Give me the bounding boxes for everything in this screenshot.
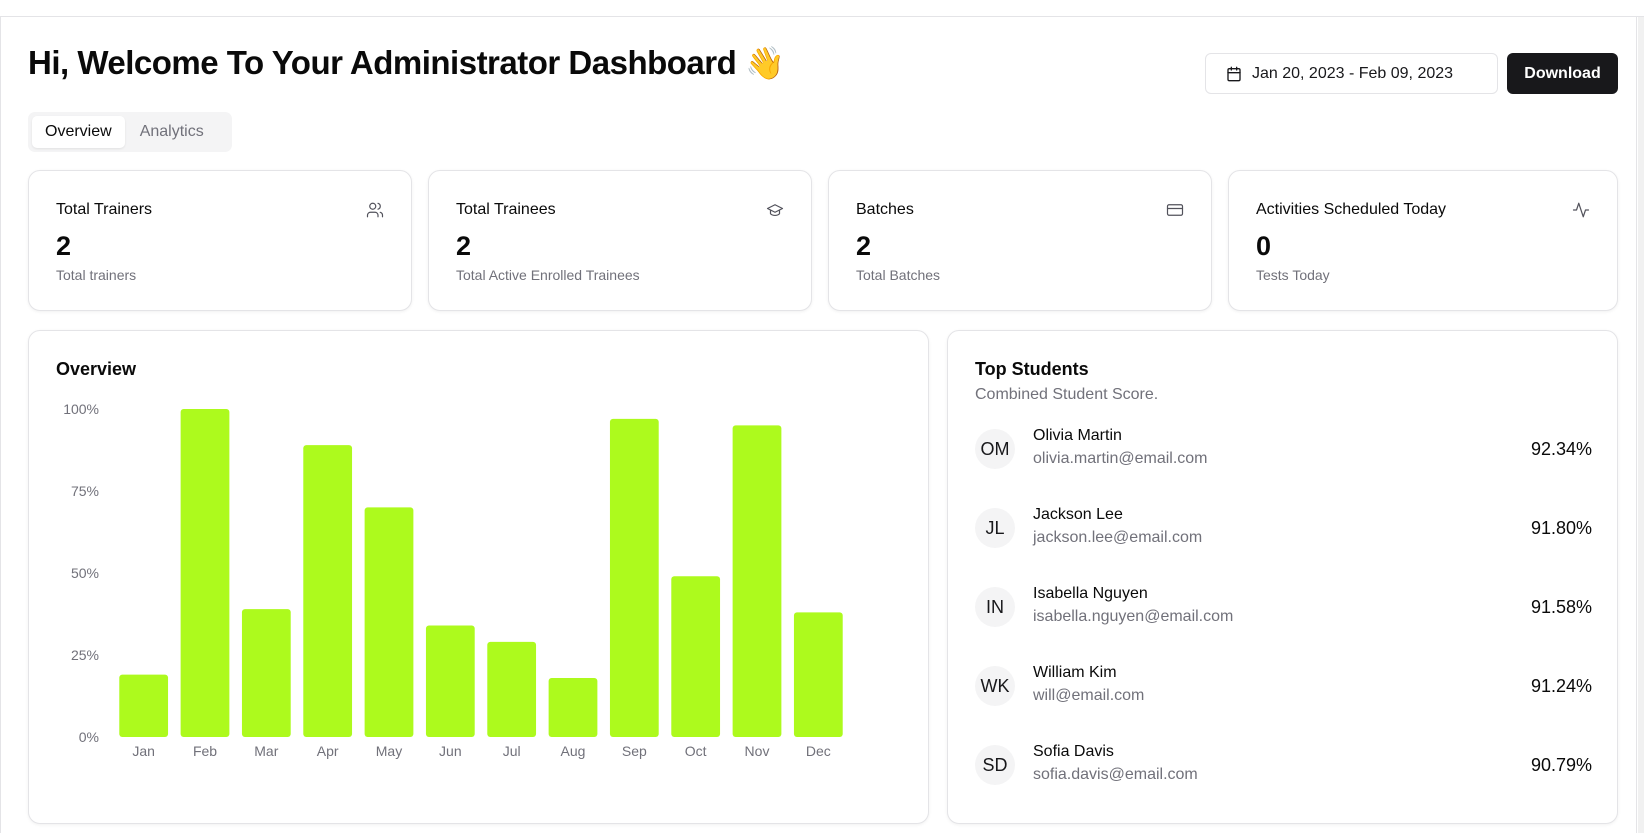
- stat-card-trainees: Total Trainees 2 Total Active Enrolled T…: [428, 170, 812, 311]
- y-tick-label: 0%: [79, 729, 99, 745]
- overview-chart-card: Overview 0% 25% 50% 75% 100% Jan Feb Mar Apr May J…: [28, 330, 929, 824]
- student-name: Isabella Nguyen: [1033, 585, 1148, 602]
- student-score: 91.58%: [1530, 597, 1592, 617]
- x-tick-label: Apr: [317, 743, 339, 759]
- x-tick-label: Feb: [193, 743, 217, 759]
- stat-subtitle: Total Active Enrolled Trainees: [456, 267, 640, 283]
- stat-card-batches: Batches 2 Total Batches: [828, 170, 1212, 311]
- student-name: Olivia Martin: [1033, 427, 1122, 444]
- student-email: jackson.lee@email.com: [1033, 529, 1203, 546]
- student-email: olivia.martin@email.com: [1033, 450, 1208, 467]
- student-email: will@email.com: [1033, 687, 1145, 704]
- y-tick-label: 100%: [63, 401, 99, 417]
- student-row: WK William Kim will@email.com 91.24%: [975, 664, 1592, 708]
- bar-nov[interactable]: [732, 425, 782, 737]
- student-row: SD Sofia Davis sofia.davis@email.com 90.…: [975, 743, 1592, 787]
- bar-feb[interactable]: [180, 409, 230, 737]
- student-row: IN Isabella Nguyen isabella.nguyen@email…: [975, 585, 1592, 629]
- users-icon: [366, 202, 384, 218]
- bar-jul[interactable]: [487, 641, 537, 737]
- x-tick-label: May: [376, 743, 402, 759]
- x-tick-label: Nov: [745, 743, 770, 759]
- bar-jan[interactable]: [119, 674, 169, 737]
- scrollbar[interactable]: [1638, 17, 1644, 833]
- credit-card-icon: [1166, 204, 1184, 216]
- student-name: Sofia Davis: [1033, 743, 1114, 760]
- top-students-card: Top Students Combined Student Score. OM …: [947, 330, 1618, 824]
- x-tick-label: Jul: [503, 743, 521, 759]
- stat-title: Total Trainees: [456, 201, 556, 218]
- stat-title: Activities Scheduled Today: [1256, 201, 1447, 218]
- stat-card-activities: Activities Scheduled Today 0 Tests Today: [1228, 170, 1618, 311]
- stat-value: 2: [56, 231, 72, 261]
- x-tick-label: Aug: [561, 743, 586, 759]
- x-tick-label: Dec: [806, 743, 831, 759]
- bar-oct[interactable]: [671, 576, 721, 737]
- stat-value: 2: [856, 231, 872, 261]
- top-students-title: Top Students: [975, 359, 1089, 379]
- student-score: 91.24%: [1530, 676, 1592, 696]
- student-score: 92.34%: [1530, 439, 1592, 459]
- y-tick-label: 25%: [71, 647, 99, 663]
- date-range-picker[interactable]: Jan 20, 2023 - Feb 09, 2023: [1205, 53, 1498, 94]
- x-tick-label: Sep: [622, 743, 647, 759]
- x-tick-label: Jun: [439, 743, 462, 759]
- avatar: WK: [975, 666, 1015, 706]
- date-range-text: Jan 20, 2023 - Feb 09, 2023: [1252, 64, 1454, 82]
- stat-subtitle: Tests Today: [1256, 267, 1330, 283]
- page-title-text: Hi, Welcome To Your Administrator Dashbo…: [28, 44, 737, 81]
- stat-value: 2: [456, 231, 472, 261]
- tab-overview[interactable]: Overview: [32, 116, 125, 148]
- student-email: sofia.davis@email.com: [1033, 766, 1198, 783]
- tab-analytics[interactable]: Analytics: [127, 116, 217, 148]
- avatar: JL: [975, 508, 1015, 548]
- stat-value: 0: [1256, 231, 1272, 261]
- student-score: 90.79%: [1530, 755, 1592, 775]
- student-email: isabella.nguyen@email.com: [1033, 608, 1234, 625]
- bar-sep[interactable]: [609, 418, 659, 737]
- y-tick-label: 50%: [71, 565, 99, 581]
- bar-jun[interactable]: [425, 625, 475, 737]
- bar-mar[interactable]: [241, 609, 291, 737]
- stat-title: Batches: [856, 201, 914, 218]
- student-row: OM Olivia Martin olivia.martin@email.com…: [975, 427, 1592, 471]
- overview-bar-chart: 0% 25% 50% 75% 100% Jan Feb Mar Apr May Jun Jul Aug S…: [63, 401, 843, 759]
- activity-icon: [1572, 202, 1590, 218]
- top-students-subtitle: Combined Student Score.: [975, 386, 1159, 403]
- waving-hand-icon: 👋: [744, 45, 785, 81]
- stat-subtitle: Total Batches: [856, 267, 941, 283]
- download-button[interactable]: Download: [1507, 53, 1618, 94]
- bar-may[interactable]: [364, 507, 414, 737]
- avatar: SD: [975, 745, 1015, 785]
- graduation-cap-icon: [766, 204, 784, 217]
- bar-dec[interactable]: [793, 612, 843, 737]
- x-tick-label: Jan: [132, 743, 155, 759]
- tab-list: Overview Analytics: [28, 112, 232, 152]
- student-name: Jackson Lee: [1033, 506, 1123, 523]
- student-name: William Kim: [1033, 664, 1117, 681]
- bar-aug[interactable]: [548, 677, 598, 737]
- x-tick-label: Oct: [685, 743, 707, 759]
- page-title: Hi, Welcome To Your Administrator Dashbo…: [28, 44, 785, 82]
- stat-title: Total Trainers: [56, 201, 153, 218]
- stat-card-trainers: Total Trainers 2 Total trainers: [28, 170, 412, 311]
- y-tick-label: 75%: [71, 483, 99, 499]
- x-tick-label: Mar: [254, 743, 278, 759]
- student-score: 91.80%: [1530, 518, 1592, 538]
- student-row: JL Jackson Lee jackson.lee@email.com 91.…: [975, 506, 1592, 550]
- calendar-icon: [1227, 66, 1241, 81]
- avatar: OM: [975, 429, 1015, 469]
- stat-subtitle: Total trainers: [56, 267, 137, 283]
- avatar: IN: [975, 587, 1015, 627]
- bar-apr[interactable]: [303, 445, 353, 737]
